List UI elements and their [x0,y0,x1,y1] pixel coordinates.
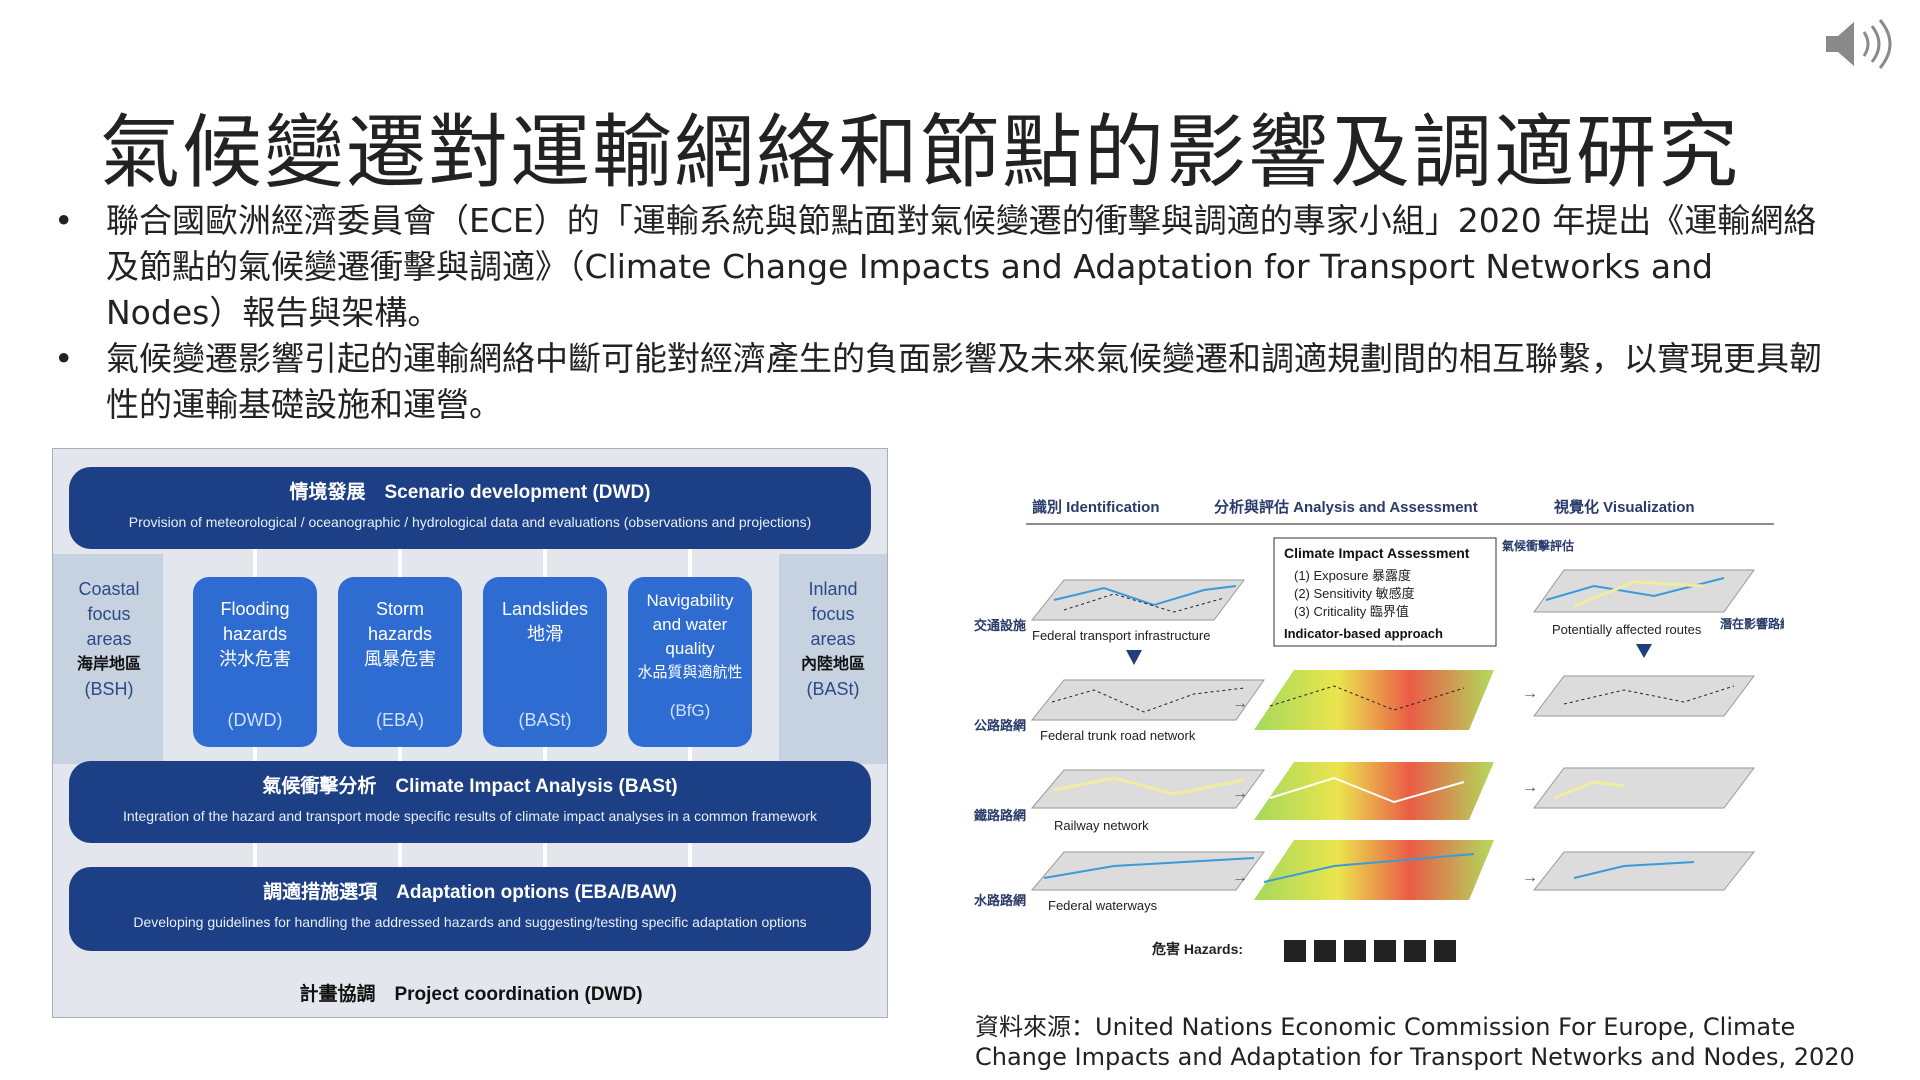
bullet-list: • 聯合國歐洲經濟委員會（ECE）的「運輸系統與節點面對氣候變遷的衝擊與調適的專家… [50,198,1830,428]
speaker-icon[interactable] [1820,14,1892,74]
header-visualization: 視覺化 Visualization [1553,498,1695,516]
area-line: areas [810,629,856,649]
hazard-line: 洪水危害 [219,649,291,669]
hazard-box-storm: Storm hazards 風暴危害 (EBA) [338,577,462,747]
bullet-item: • 聯合國歐洲經濟委員會（ECE）的「運輸系統與節點面對氣候變遷的衝擊與調適的專家… [54,201,1817,332]
hazard-line: Flooding [220,599,290,619]
layer-waterway-result [1532,851,1756,891]
coastal-focus-areas: Coastal focus areas 海岸地區 (BSH) [57,577,161,702]
area-source: (BSH) [84,679,134,699]
layer-label: Federal waterways [1048,898,1158,913]
adaptation-band: 調適措施選項 Adaptation options (EBA/BAW) Deve… [69,867,871,951]
framework-diagram: 情境發展 Scenario development (DWD) Provisio… [52,448,888,1018]
hazard-line: quality [665,639,715,658]
connector [688,841,692,867]
layer-road-result [1533,675,1755,717]
hazard-box-navigability: Navigability and water quality 水品質與適航性 (… [628,577,752,747]
area-line: Coastal [78,579,140,599]
cia-side-label: 氣候衝擊評估 [1502,538,1574,553]
row-label: 水路路網 [974,893,1026,908]
layer-label: Federal transport infrastructure [1032,628,1210,643]
hazard-line: 風暴危害 [364,649,436,669]
affected-zh-label: 潛在影響路線 [1720,616,1784,631]
row-label: 鐵路路網 [974,808,1026,823]
layer-waterway [1030,851,1265,891]
arrow-right-icon: → [1232,869,1248,886]
layer-label: Federal trunk road network [1040,728,1196,743]
adaptation-title: 調適措施選項 Adaptation options (EBA/BAW) [263,882,677,903]
row-label: 交通設施 [974,618,1026,633]
cia-approach: Indicator-based approach [1284,626,1443,641]
arrow-up-icon [1636,644,1652,658]
impact-title: 氣候衝擊分析 Climate Impact Analysis (BASt) [262,776,678,797]
impact-subtitle: Integration of the hazard and transport … [122,808,818,824]
hazard-line: Landslides [501,599,589,619]
area-source: (BASt) [806,679,860,699]
cia-item: (2) Sensitivity 敏感度 [1294,586,1415,601]
hazard-line: hazards [367,624,433,644]
layer-rail [1030,769,1265,809]
hazard-source: (BfG) [669,701,711,720]
arrow-right-icon: → [1522,869,1538,886]
arrow-right-icon: → [1232,695,1248,712]
area-line: focus [87,604,131,624]
flood-icon [1404,940,1426,962]
cia-title: Climate Impact Assessment [1284,545,1470,561]
hazard-source: (BASt) [518,710,572,730]
hazard-line: 地滑 [527,624,563,644]
cia-item: (3) Criticality 臨界值 [1294,604,1409,619]
project-coordination: 計畫協調 Project coordination (DWD) [299,984,643,1005]
layer-rail-result [1533,767,1755,809]
layer-road [1030,679,1265,721]
rain-icon [1284,940,1306,962]
scenario-subtitle: Provision of meteorological / oceanograp… [128,514,812,530]
arrow-right-icon: → [1522,685,1538,702]
bullet-item: • 氣候變遷影響引起的運輸網絡中斷可能對經濟產生的負面影響及未來氣候變遷和調適規劃… [54,339,1822,424]
hazard-line: Navigability [646,591,734,610]
adaptation-subtitle: Developing guidelines for handling the a… [133,914,807,930]
heatmap-waterway [1254,840,1494,900]
inland-focus-areas: Inland focus areas 內陸地區 (BASt) [781,577,885,702]
header-analysis: 分析與評估 Analysis and Assessment [1214,498,1478,516]
layer-affected [1533,569,1755,613]
layer-label: Railway network [1054,818,1149,833]
hazards-label: 危害 Hazards: [1151,941,1243,957]
cia-item: (1) Exposure 暴露度 [1294,568,1411,583]
arrow-right-icon: → [1522,779,1538,796]
assessment-diagram: 識別 Identification 分析與評估 Analysis and Ass… [974,498,1784,962]
landslide-icon [1434,940,1456,962]
drought-icon [1344,940,1366,962]
area-line: Inland [808,579,858,599]
hazard-line: and water [652,615,728,634]
wave-icon [1374,940,1396,962]
connector [398,841,402,867]
connector [253,841,257,867]
header-identification: 識別 Identification [1032,498,1160,516]
sun-icon [1314,940,1336,962]
arrow-up-icon [1126,650,1142,665]
area-line: areas [86,629,132,649]
source-citation: 資料來源：United Nations Economic Commission … [975,1013,1855,1071]
hazard-line: Storm [375,599,424,619]
area-zh: 內陸地區 [800,656,865,673]
hazard-source: (DWD) [227,710,283,730]
scenario-title: 情境發展 Scenario development (DWD) [289,482,651,503]
area-zh: 海岸地區 [76,656,141,673]
arrow-right-icon: → [1232,785,1248,802]
affected-label: Potentially affected routes [1552,622,1702,637]
area-line: focus [811,604,855,624]
hazard-source: (EBA) [375,710,424,730]
hazard-line: hazards [222,624,288,644]
scenario-band: 情境發展 Scenario development (DWD) Provisio… [69,467,871,549]
bullet-text: 聯合國歐洲經濟委員會（ECE）的「運輸系統與節點面對氣候變遷的衝擊與調適的專家小… [106,201,1817,332]
connector [543,841,547,867]
hazard-line: 水品質與適航性 [637,664,743,681]
impact-band: 氣候衝擊分析 Climate Impact Analysis (BASt) In… [69,761,871,843]
bullet-text: 氣候變遷影響引起的運輸網絡中斷可能對經濟產生的負面影響及未來氣候變遷和調適規劃間… [106,339,1822,424]
hazard-box-landslides: Landslides 地滑 (BASt) [483,577,607,747]
slide-title: 氣候變遷對運輸網絡和節點的影響及調適研究 [100,106,1740,199]
row-label: 公路路網 [974,718,1026,733]
hazard-box-flooding: Flooding hazards 洪水危害 (DWD) [193,577,317,747]
